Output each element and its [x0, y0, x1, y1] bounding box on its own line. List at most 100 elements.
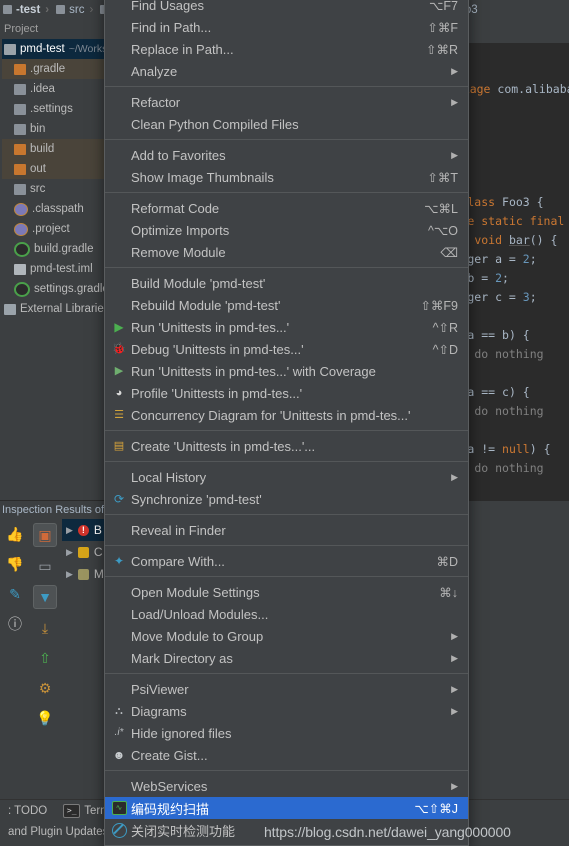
menu-item-code-convention-scan[interactable]: ∿ 编码规约扫描 ⌥⇧⌘J — [105, 797, 468, 819]
chevron-right-icon[interactable]: ▶ — [66, 547, 73, 558]
menu-item-find-in-path[interactable]: Find in Path... ⇧⌘F — [105, 16, 468, 38]
menu-item-build-module[interactable]: Build Module 'pmd-test' — [105, 272, 468, 294]
tree-item-gradle[interactable]: .gradle — [2, 59, 106, 79]
export-icon[interactable]: ⤓ — [34, 617, 56, 639]
menu-item-local-history[interactable]: Local History ▶ — [105, 466, 468, 488]
folder-icon — [14, 123, 26, 135]
tree-item-project-file[interactable]: .project — [2, 219, 106, 239]
menu-item-optimize-imports[interactable]: Optimize Imports ^⌥O — [105, 219, 468, 241]
menu-item-find-usages[interactable]: Find Usages ⌥F7 — [105, 0, 468, 16]
menu-item-accel: ^⇧D — [432, 342, 458, 357]
menu-item-run-unittests[interactable]: ▶ Run 'Unittests in pmd-tes...' ^⇧R — [105, 316, 468, 338]
module-icon — [4, 43, 16, 55]
error-icon: ! — [77, 524, 89, 536]
tree-item-build-gradle[interactable]: build.gradle — [2, 239, 106, 259]
menu-separator — [105, 514, 468, 515]
menu-item-move-module-to-group[interactable]: Move Module to Group ▶ — [105, 625, 468, 647]
scan-icon: ∿ — [108, 801, 130, 815]
menu-item-psiviewer[interactable]: PsiViewer ▶ — [105, 678, 468, 700]
menu-separator — [105, 673, 468, 674]
todo-tool-button[interactable]: : TODO — [0, 805, 55, 817]
menu-separator — [105, 576, 468, 577]
share-icon[interactable]: ⇧ — [34, 647, 56, 669]
menu-item-compare-with[interactable]: ✦ Compare With... ⌘D — [105, 550, 468, 572]
menu-item-synchronize[interactable]: ⟳ Synchronize 'pmd-test' — [105, 488, 468, 510]
file-icon — [14, 222, 28, 236]
tree-item-label: External Libraries — [20, 303, 106, 315]
menu-item-label: PsiViewer — [131, 681, 189, 697]
tree-item-idea[interactable]: .idea — [2, 79, 106, 99]
chevron-right-icon[interactable]: ▶ — [66, 525, 73, 536]
menu-item-label: Reformat Code — [131, 200, 220, 216]
ide-window: -test › src › main › com › alibaba › p3c… — [0, 0, 569, 846]
menu-item-reformat-code[interactable]: Reformat Code ⌥⌘L — [105, 197, 468, 219]
inspection-toolbar-left[interactable]: 👍 👎 ✎ ⓘ — [0, 519, 30, 779]
tree-item-external-libraries[interactable]: External Libraries — [2, 299, 106, 319]
menu-separator — [105, 430, 468, 431]
project-sidebar[interactable]: Project pmd-test ~/Workspace/pmd-test .g… — [0, 19, 106, 500]
menu-item-refactor[interactable]: Refactor ▶ — [105, 91, 468, 113]
gradle-icon — [14, 281, 30, 297]
menu-item-rebuild-module[interactable]: Rebuild Module 'pmd-test' ⇧⌘F9 — [105, 294, 468, 316]
group-icon[interactable]: ▣ — [33, 523, 57, 547]
menu-item-label: Add to Favorites — [131, 147, 226, 163]
filter-icon[interactable]: ▼ — [33, 585, 57, 609]
menu-item-add-to-favorites[interactable]: Add to Favorites ▶ — [105, 144, 468, 166]
tree-item-label: build — [30, 143, 55, 155]
tree-item-label: .project — [32, 223, 70, 235]
menu-item-run-with-coverage[interactable]: ▶ Run 'Unittests in pmd-tes...' with Cov… — [105, 360, 468, 382]
info-icon[interactable]: ⓘ — [4, 613, 26, 635]
synchronize-icon: ⟳ — [113, 492, 125, 506]
breadcrumb-item-module[interactable]: -test › — [0, 4, 53, 16]
menu-item-clean-python-compiled-files[interactable]: Clean Python Compiled Files — [105, 113, 468, 135]
menu-item-create-gist[interactable]: ☻ Create Gist... — [105, 744, 468, 766]
menu-item-show-image-thumbnails[interactable]: Show Image Thumbnails ⇧⌘T — [105, 166, 468, 188]
thumbs-up-icon[interactable]: 👍 — [4, 523, 26, 545]
context-menu[interactable]: Find Usages ⌥F7 Find in Path... ⇧⌘F Repl… — [104, 0, 469, 846]
menu-item-load-unload-modules[interactable]: Load/Unload Modules... — [105, 603, 468, 625]
lightbulb-icon[interactable]: 💡 — [34, 707, 56, 729]
tree-item-out[interactable]: out — [2, 159, 106, 179]
tree-item-pmd-test[interactable]: pmd-test ~/Workspace/pmd-test — [2, 39, 106, 59]
menu-item-analyze[interactable]: Analyze ▶ — [105, 60, 468, 82]
folder-open-icon — [14, 63, 26, 75]
edit-icon[interactable]: ✎ — [4, 583, 26, 605]
menu-item-create-run-config[interactable]: ▤ Create 'Unittests in pmd-tes...'... — [105, 435, 468, 457]
menu-item-replace-in-path[interactable]: Replace in Path... ⇧⌘R — [105, 38, 468, 60]
menu-item-label: Find in Path... — [131, 19, 212, 35]
hide-ignored-icon: .i* — [114, 727, 124, 738]
folder-open-icon — [14, 143, 26, 155]
menu-item-hide-ignored-files[interactable]: .i* Hide ignored files — [105, 722, 468, 744]
menu-item-open-module-settings[interactable]: Open Module Settings ⌘↓ — [105, 581, 468, 603]
tree-item-src[interactable]: src — [2, 179, 106, 199]
menu-item-remove-module[interactable]: Remove Module ⌫ — [105, 241, 468, 263]
inspection-toolbar-right[interactable]: ▣ ▭ ▼ ⤓ ⇧ ⚙ 💡 — [30, 519, 60, 779]
menu-item-concurrency-diagram[interactable]: ☰ Concurrency Diagram for 'Unittests in … — [105, 404, 468, 426]
menu-item-accel: ⌘D — [436, 554, 458, 569]
settings-icon[interactable]: ⚙ — [34, 677, 56, 699]
menu-item-label: Hide ignored files — [131, 725, 232, 741]
submenu-arrow-icon: ▶ — [451, 471, 458, 482]
menu-item-webservices[interactable]: WebServices ▶ — [105, 775, 468, 797]
menu-item-reveal-in-finder[interactable]: Reveal in Finder — [105, 519, 468, 541]
collapse-icon[interactable]: ▭ — [34, 555, 56, 577]
tree-item-settings-gradle[interactable]: settings.gradle — [2, 279, 106, 299]
menu-item-debug-unittests[interactable]: 🐞 Debug 'Unittests in pmd-tes...' ^⇧D — [105, 338, 468, 360]
tree-item-iml[interactable]: pmd-test.iml — [2, 259, 106, 279]
tree-item-classpath[interactable]: .classpath — [2, 199, 106, 219]
inspection-toolbar[interactable]: 👍 👎 ✎ ⓘ ▣ ▭ ▼ ⤓ ⇧ ⚙ 💡 — [0, 519, 60, 779]
project-tree[interactable]: pmd-test ~/Workspace/pmd-test .gradle .i… — [0, 39, 106, 319]
thumbs-down-icon[interactable]: 👎 — [4, 553, 26, 575]
menu-item-label: Replace in Path... — [131, 41, 234, 57]
tree-item-settings-dir[interactable]: .settings — [2, 99, 106, 119]
menu-item-accel: ⌘↓ — [439, 585, 458, 600]
menu-item-mark-directory-as[interactable]: Mark Directory as ▶ — [105, 647, 468, 669]
chevron-right-icon[interactable]: ▶ — [66, 569, 73, 580]
menu-item-label: Open Module Settings — [131, 584, 260, 600]
menu-item-label: 编码规约扫描 — [131, 801, 210, 817]
menu-item-diagrams[interactable]: ⛬ Diagrams ▶ — [105, 700, 468, 722]
tree-item-bin[interactable]: bin — [2, 119, 106, 139]
menu-item-profile-unittests[interactable]: ◕ Profile 'Unittests in pmd-tes...' — [105, 382, 468, 404]
breadcrumb-item-src[interactable]: src › — [53, 4, 97, 16]
tree-item-build[interactable]: build — [2, 139, 106, 159]
